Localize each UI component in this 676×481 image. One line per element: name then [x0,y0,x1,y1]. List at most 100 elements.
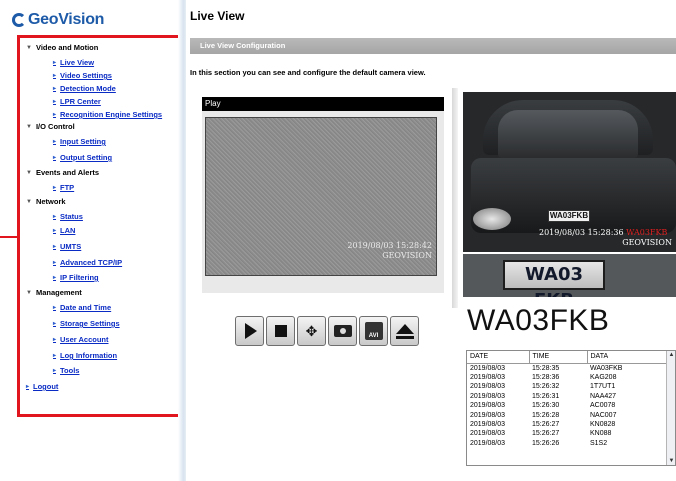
bullet-arrow-icon: ▸ [53,275,57,281]
collapse-triangle-icon: ▼ [26,198,32,205]
cell-data: S1S2 [590,439,608,447]
snapshot-icon [333,325,352,337]
eject-button[interactable] [390,316,419,346]
sidebar-item-input-setting[interactable]: ▸ Input Setting [53,137,106,146]
cell-date: 2019/08/03 [470,420,506,428]
bullet-arrow-icon: ▸ [53,321,57,327]
plate-log-table: DATE TIME DATA 2019/08/03 15:28:35 WA03FKB… [466,350,676,466]
bullet-arrow-icon: ▸ [53,86,57,92]
cell-data: KAG208 [590,373,617,381]
recognized-plate-text: WA03FKB [467,304,610,337]
column-header-data[interactable]: DATA [587,351,670,364]
bullet-arrow-icon: ▸ [26,384,30,390]
sidebar-item-ftp[interactable]: ▸ FTP [53,183,74,192]
sidebar-item-date-and-time[interactable]: ▸ Date and Time [53,303,111,312]
cell-data: KN0828 [590,420,616,428]
cell-time: 15:26:27 [532,430,560,438]
section-io-control[interactable]: ▼ I/O Control [26,122,75,131]
bullet-arrow-icon: ▸ [53,139,57,145]
cell-date: 2019/08/03 [470,402,506,410]
sidebar-item-output-setting[interactable]: ▸ Output Setting [53,153,112,162]
lpr-capture-image: WA03FKB 2019/08/03 15:28:36 WA03FKB GEOV… [463,92,676,252]
bullet-arrow-icon: ▸ [53,185,57,191]
table-row[interactable]: 2019/08/03 15:26:30 AC0078 [467,401,669,410]
cell-date: 2019/08/03 [470,383,506,391]
sidebar-item-video-settings[interactable]: ▸ Video Settings [53,71,112,80]
table-row[interactable]: 2019/08/03 15:28:35 WA03FKB [467,363,669,373]
plate-crop-text: WA03 FKB [503,260,605,297]
section-video-and-motion[interactable]: ▼ Video and Motion [26,43,98,52]
panel-divider [452,88,458,308]
table-header-row: DATE TIME DATA [467,351,670,364]
cell-date: 2019/08/03 [470,439,506,447]
play-button[interactable] [235,316,264,346]
bullet-arrow-icon: ▸ [53,337,57,343]
cell-date: 2019/08/03 [470,392,506,400]
bullet-arrow-icon: ▸ [53,368,57,374]
sidebar-item-lpr-center[interactable]: ▸ LPR Center [53,97,101,106]
column-header-time[interactable]: TIME [529,351,588,364]
bullet-arrow-icon: ▸ [53,73,57,79]
sidebar-item-log-information[interactable]: ▸ Log Information [53,351,117,360]
snapshot-button[interactable] [328,316,357,346]
collapse-triangle-icon: ▼ [26,289,32,296]
cell-time: 15:26:26 [532,439,560,447]
logo-text: GeoVision [28,11,105,28]
capture-plate-overlay: WA03FKB [626,228,668,237]
sidebar-item-live-view[interactable]: ▸ Live View [53,58,94,67]
table-row[interactable]: 2019/08/03 15:26:27 KN0828 [467,420,669,429]
video-timestamp: 2019/08/03 15:28:42 [347,241,432,250]
cell-time: 15:26:30 [532,402,560,410]
sidebar-item-detection-mode[interactable]: ▸ Detection Mode [53,84,116,93]
table-row[interactable]: 2019/08/03 15:28:36 KAG208 [467,373,669,382]
bullet-arrow-icon: ▸ [53,244,57,250]
table-row[interactable]: 2019/08/03 15:26:26 S1S2 [467,439,669,448]
sidebar-item-storage-settings[interactable]: ▸ Storage Settings [53,319,120,328]
sidebar-item-status[interactable]: ▸ Status [53,212,83,221]
sidebar-item-lan[interactable]: ▸ LAN [53,226,75,235]
table-row[interactable]: 2019/08/03 15:26:31 NAA427 [467,392,669,401]
capture-timestamp: 2019/08/03 15:28:36 WA03FKB [539,228,668,237]
scroll-down-arrow-icon[interactable]: ▼ [668,457,675,465]
collapse-triangle-icon: ▼ [26,44,32,51]
bullet-arrow-icon: ▸ [53,228,57,234]
page-title: Live View [190,9,245,23]
cell-time: 15:26:32 [532,383,560,391]
video-brand-watermark: GEOVISION [382,251,432,260]
sidebar-item-user-account[interactable]: ▸ User Account [53,335,109,344]
table-row[interactable]: 2019/08/03 15:26:27 KN088 [467,429,669,438]
bullet-arrow-icon: ▸ [53,99,57,105]
video-overlay-text: 2019/08/03 15:28:42 GEOVISION [347,241,432,261]
bullet-arrow-icon: ▸ [53,260,57,266]
cell-date: 2019/08/03 [470,364,506,372]
cell-time: 15:28:36 [532,373,560,381]
column-header-date[interactable]: DATE [467,351,530,364]
cell-time: 15:26:27 [532,420,560,428]
scroll-up-arrow-icon[interactable]: ▲ [668,351,675,359]
record-avi-button[interactable]: AVI [359,316,388,346]
car-headlight [473,208,511,230]
ptz-control-button[interactable]: ✥ [297,316,326,346]
logout-link[interactable]: ▸ Logout [26,382,58,391]
sidebar-item-umts[interactable]: ▸ UMTS [53,242,81,251]
table-row[interactable]: 2019/08/03 15:26:28 NAC007 [467,411,669,420]
table-scrollbar[interactable]: ▲ ▼ [666,351,675,465]
section-network[interactable]: ▼ Network [26,197,66,206]
cell-data: AC0078 [590,402,616,410]
sidebar-item-tools[interactable]: ▸ Tools [53,366,79,375]
sidebar-item-recognition-engine-settings[interactable]: ▸ Recognition Engine Settings [53,110,162,119]
section-events-and-alerts[interactable]: ▼ Events and Alerts [26,168,99,177]
car-license-plate: WA03FKB [548,210,590,222]
geovision-logo: GeoVision [12,8,162,32]
cell-date: 2019/08/03 [470,373,506,381]
bullet-arrow-icon: ▸ [53,155,57,161]
callout-line [0,236,17,238]
table-row[interactable]: 2019/08/03 15:26:32 1T7UT1 [467,382,669,391]
section-management[interactable]: ▼ Management [26,288,82,297]
live-video-stream[interactable]: 2019/08/03 15:28:42 GEOVISION [205,117,437,276]
cell-data: 1T7UT1 [590,383,616,391]
bullet-arrow-icon: ▸ [53,353,57,359]
sidebar-item-advanced-tcpip[interactable]: ▸ Advanced TCP/IP [53,258,122,267]
stop-button[interactable] [266,316,295,346]
sidebar-item-ip-filtering[interactable]: ▸ IP Filtering [53,273,99,282]
